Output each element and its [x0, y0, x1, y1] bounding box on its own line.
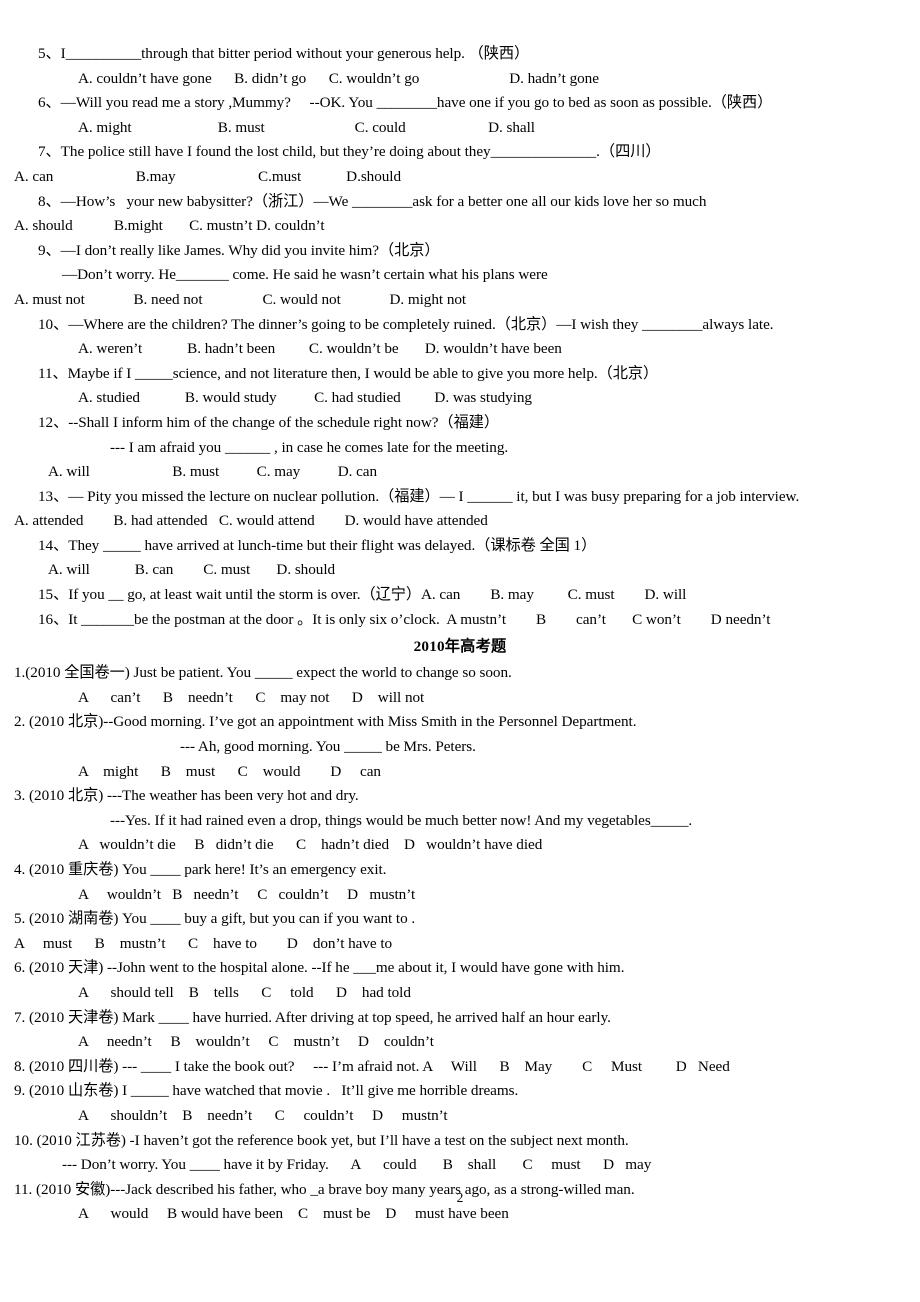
- p2010-q5-options: A must B mustn’t C have to D don’t have …: [14, 934, 393, 952]
- p2010-q8-line: 8. (2010 四川卷) --- ____ I take the book o…: [14, 1057, 730, 1075]
- question-11-stem: 11、Maybe if I _____science, and not lite…: [38, 364, 659, 382]
- question-16-line: 16、It _______be the postman at the door …: [38, 610, 771, 628]
- question-9-stem: 9、—I don’t really like James. Why did yo…: [38, 241, 440, 259]
- question-6-stem: 6、—Will you read me a story ,Mummy? --OK…: [38, 94, 773, 112]
- question-11-options: A. studied B. would study C. had studied…: [78, 389, 532, 407]
- question-5-options: A. couldn’t have gone B. didn’t go C. wo…: [78, 69, 599, 87]
- question-7-stem: 7、The police still have I found the lost…: [38, 143, 661, 161]
- section-heading-2010: 2010年高考题: [413, 638, 507, 656]
- page-number: 2: [456, 1190, 464, 1205]
- document-page: 5、I__________through that bitter period …: [0, 0, 920, 1302]
- question-10-options: A. weren’t B. hadn’t been C. wouldn’t be…: [78, 340, 562, 358]
- p2010-q3-stem: 3. (2010 北京) ---The weather has been ver…: [14, 787, 359, 805]
- page-content: 5、I__________through that bitter period …: [0, 0, 920, 1227]
- question-12-stem-continued: --- I am afraid you ______ , in case he …: [110, 438, 509, 456]
- question-12-stem: 12、--Shall I inform him of the change of…: [38, 413, 499, 431]
- question-6-options: A. might B. must C. could D. shall: [78, 118, 535, 136]
- p2010-q11-options: A would B would have been C must be D mu…: [78, 1205, 509, 1223]
- p2010-q9-options: A shouldn’t B needn’t C couldn’t D mustn…: [78, 1106, 448, 1124]
- question-13-options: A. attended B. had attended C. would att…: [14, 512, 488, 530]
- p2010-q5-stem: 5. (2010 湖南卷) You ____ buy a gift, but y…: [14, 910, 416, 928]
- p2010-q1-options: A can’t B needn’t C may not D will not: [78, 688, 425, 706]
- question-13-stem: 13、— Pity you missed the lecture on nucl…: [38, 487, 800, 505]
- question-12-options: A. will B. must C. may D. can: [48, 463, 378, 481]
- p2010-q3-options: A wouldn’t die B didn’t die C hadn’t die…: [78, 836, 543, 854]
- p2010-q10-stem-continued: --- Don’t worry. You ____ have it by Fri…: [62, 1156, 652, 1174]
- question-block-2009: 5、I__________through that bitter period …: [0, 42, 920, 632]
- p2010-q1-stem: 1.(2010 全国卷一) Just be patient. You _____…: [14, 664, 512, 682]
- p2010-q6-stem: 6. (2010 天津) --John went to the hospital…: [14, 959, 625, 977]
- p2010-q2-stem: 2. (2010 北京)--Good morning. I’ve got an …: [14, 713, 637, 731]
- question-9-stem-continued: —Don’t worry. He_______ come. He said he…: [62, 266, 548, 284]
- p2010-q4-options: A wouldn’t B needn’t C couldn’t D mustn’…: [78, 885, 416, 903]
- p2010-q3-stem-continued: ---Yes. If it had rained even a drop, th…: [110, 811, 693, 829]
- p2010-q6-options: A should tell B tells C told D had told: [78, 983, 411, 1001]
- question-block-2010: 1.(2010 全国卷一) Just be patient. You _____…: [0, 661, 920, 1227]
- p2010-q9-stem: 9. (2010 山东卷) I _____ have watched that …: [14, 1082, 519, 1100]
- question-7-options: A. can B.may C.must D.should: [14, 167, 402, 185]
- question-8-stem: 8、—How’s your new babysitter?（浙江）—We ___…: [38, 192, 707, 210]
- question-5-stem: 5、I__________through that bitter period …: [38, 45, 530, 62]
- p2010-q7-stem: 7. (2010 天津卷) Mark ____ have hurried. Af…: [14, 1008, 611, 1026]
- p2010-q2-options: A might B must C would D can: [78, 762, 381, 780]
- question-10-stem: 10、—Where are the children? The dinner’s…: [38, 315, 774, 333]
- question-9-options: A. must not B. need not C. would not D. …: [14, 290, 467, 308]
- question-15-line: 15、If you __ go, at least wait until the…: [38, 586, 687, 604]
- question-8-options: A. should B.might C. mustn’t D. couldn’t: [14, 217, 325, 235]
- p2010-q7-options: A needn’t B wouldn’t C mustn’t D couldn’…: [78, 1033, 434, 1051]
- question-14-options: A. will B. can C. must D. should: [48, 561, 336, 579]
- p2010-q4-stem: 4. (2010 重庆卷) You ____ park here! It’s a…: [14, 861, 387, 878]
- p2010-q2-stem-continued: --- Ah, good morning. You _____ be Mrs. …: [180, 738, 476, 756]
- question-14-stem: 14、They _____ have arrived at lunch-time…: [38, 536, 597, 554]
- p2010-q10-stem: 10. (2010 江苏卷) -I haven’t got the refere…: [14, 1131, 629, 1149]
